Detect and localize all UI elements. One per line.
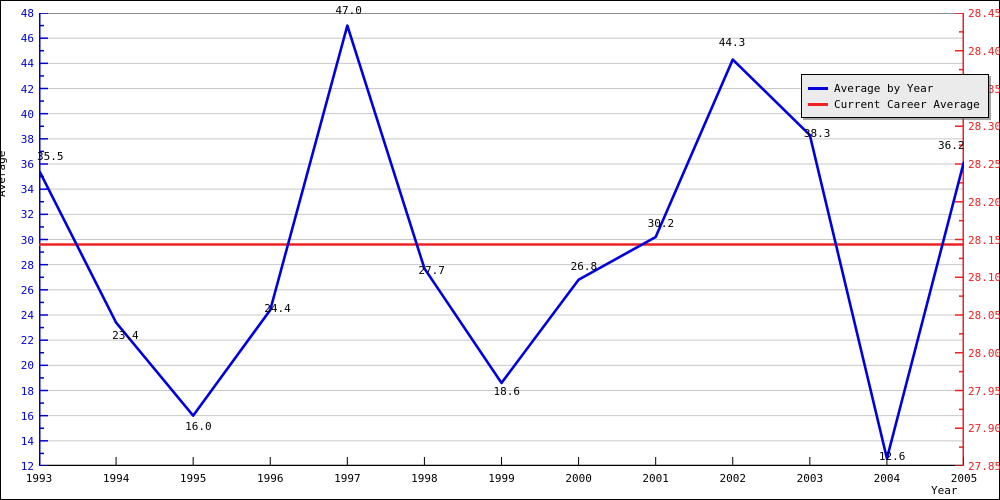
y2-tick-label: 27.90	[968, 422, 1000, 436]
y-tick-label: 46	[20, 32, 34, 46]
x-tick-label: 1997	[334, 472, 361, 485]
y-tick-label: 42	[20, 82, 34, 96]
data-point-label: 44.3	[718, 35, 746, 49]
y-tick-label: 30	[20, 233, 34, 247]
y-tick-label: 24	[20, 309, 34, 322]
y-tick-label: 26	[20, 283, 34, 297]
x-tick-label: 1993	[25, 472, 53, 485]
data-point-label: 24.4	[264, 301, 291, 315]
y2-tick-label: 28.45	[968, 7, 1000, 20]
legend-item-current-career-average[interactable]: Current Career Average	[808, 96, 980, 112]
legend-label-average-by-year: Average by Year	[834, 81, 934, 95]
y-tick-label: 36	[20, 158, 34, 171]
y2-tick-label: 28.05	[968, 309, 1000, 322]
legend-item-average-by-year[interactable]: Average by Year	[808, 80, 980, 96]
data-point-label: 30.2	[647, 216, 675, 230]
y2-tick-label: 28.10	[968, 271, 1000, 285]
data-point-label: 26.8	[570, 259, 598, 273]
x-tick-label: 2004	[873, 472, 901, 485]
y-tick-label: 34	[20, 183, 34, 197]
x-tick-label: 1996	[257, 472, 284, 485]
data-point-label: 38.3	[803, 127, 831, 141]
data-point-label: 47.0	[335, 3, 362, 17]
data-point-label: 36.2	[938, 139, 965, 153]
x-tick-label: 2001	[642, 472, 669, 485]
x-tick-label: 1995	[179, 472, 207, 485]
y-tick-label: 32	[20, 208, 34, 222]
y-tick-label: 14	[20, 434, 34, 448]
y-tick-label: 28	[20, 258, 34, 272]
legend-swatch-blue	[808, 86, 828, 90]
y2-tick-label: 28.15	[968, 233, 1000, 247]
data-point-label: 16.0	[185, 419, 212, 433]
x-tick-label: 2003	[796, 472, 824, 485]
y-tick-label: 44	[20, 57, 34, 71]
x-tick-label: 2005	[950, 472, 978, 485]
data-point-label: 35.5	[37, 150, 64, 164]
legend[interactable]: Average by Year Current Career Average	[801, 74, 989, 118]
x-tick-label: 1998	[411, 472, 438, 485]
y-tick-label: 12	[20, 460, 34, 473]
y-tick-label: 48	[20, 7, 34, 20]
legend-swatch-red	[808, 102, 828, 106]
x-tick-label: 2002	[719, 472, 747, 485]
y2-tick-label: 28.30	[968, 120, 1000, 134]
y-tick-label: 22	[20, 334, 34, 348]
y-tick-label: 16	[20, 409, 34, 423]
x-tick-label: 1999	[488, 472, 515, 485]
data-point-label: 23.4	[112, 328, 139, 342]
x-tick-label: 2000	[565, 472, 592, 485]
data-point-label: 18.6	[493, 384, 521, 398]
y-tick-label: 40	[20, 107, 34, 121]
y2-tick-label: 28.00	[968, 346, 1000, 360]
x-axis-title: Year	[931, 484, 958, 497]
y2-tick-label: 27.85	[968, 460, 1000, 473]
data-point-label: 27.7	[418, 264, 445, 278]
y-tick-label: 38	[20, 132, 34, 146]
x-tick-label: 1994	[102, 472, 130, 485]
y2-tick-label: 28.40	[968, 44, 1000, 58]
y-tick-label: 20	[20, 359, 34, 373]
y2-tick-label: 28.25	[968, 158, 1000, 171]
legend-label-current-career-average: Current Career Average	[834, 97, 980, 111]
y2-tick-label: 28.20	[968, 195, 1000, 209]
data-point-label: 12.6	[878, 450, 906, 464]
y-tick-label: 18	[20, 384, 34, 398]
y2-tick-label: 27.95	[968, 384, 1000, 398]
chart-container: Average Year 12 14 16 18 20 22 24 26 28 30 32 34 36 3…	[0, 0, 1000, 500]
